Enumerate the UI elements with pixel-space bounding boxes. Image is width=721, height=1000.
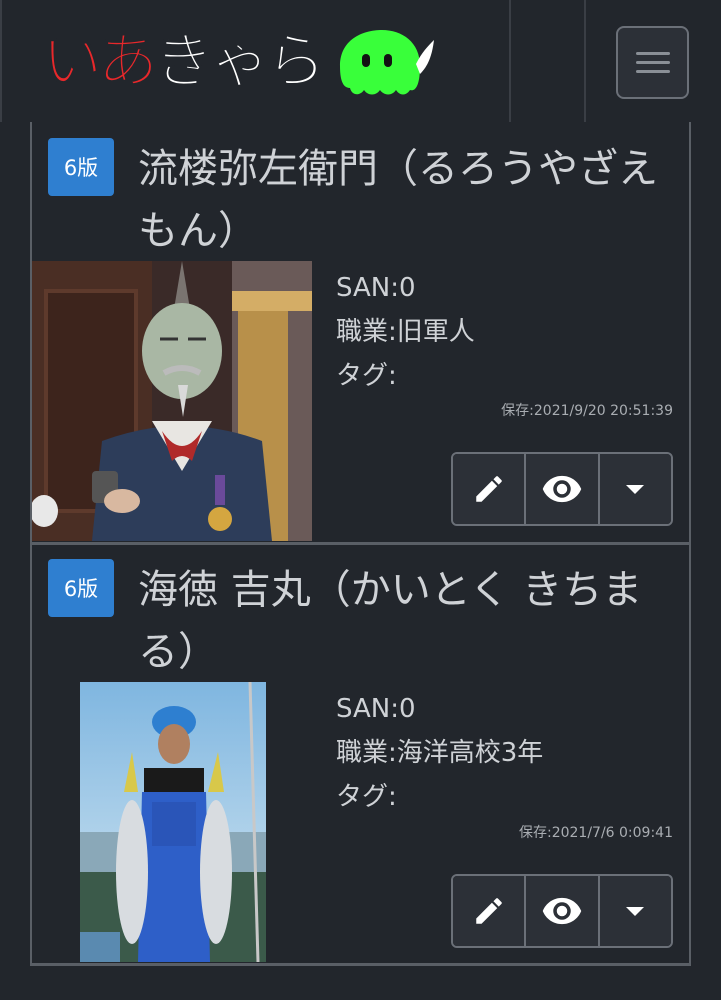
logo-wordmark: い あ き ゃ ら: [42, 27, 327, 97]
view-button[interactable]: [524, 454, 598, 524]
edit-button[interactable]: [453, 454, 525, 524]
eye-icon: [542, 475, 582, 503]
san-value: SAN:0: [336, 694, 416, 724]
edition-badge: 6版: [48, 559, 114, 617]
character-name[interactable]: 流楼弥左衛門（るろうやざえもん）: [138, 138, 678, 262]
tags-value: タグ:: [336, 782, 397, 812]
hamburger-icon: [635, 52, 670, 55]
caret-down-icon: [626, 485, 645, 494]
header-divider: [584, 0, 586, 122]
eye-icon: [542, 897, 582, 925]
character-portrait[interactable]: [80, 682, 266, 962]
card-actions: [451, 874, 673, 948]
saved-timestamp: 保存:2021/9/20 20:51:39: [501, 403, 673, 419]
card-actions: [451, 452, 673, 526]
app-header: い あ き ゃ ら: [0, 0, 721, 122]
header-divider: [509, 0, 511, 122]
logo-char: い: [42, 27, 103, 97]
pencil-icon: [475, 898, 502, 924]
occupation-value: 職業:旧軍人: [336, 317, 475, 347]
more-dropdown-button[interactable]: [597, 876, 671, 946]
saved-timestamp: 保存:2021/7/6 0:09:41: [518, 825, 673, 841]
character-name[interactable]: 海徳 吉丸（かいとく きちまる）: [138, 559, 678, 683]
caret-down-icon: [626, 907, 645, 916]
character-list: 6版 流楼弥左衛門（るろうやざえもん） SAN:0 職業:旧軍人 タグ: 保存:…: [30, 122, 691, 966]
view-button[interactable]: [524, 876, 598, 946]
edition-badge: 6版: [48, 138, 114, 196]
pencil-icon: [475, 476, 502, 502]
character-card: 6版 流楼弥左衛門（るろうやざえもん） SAN:0 職業:旧軍人 タグ: 保存:…: [32, 122, 689, 542]
character-card: 6版 海徳 吉丸（かいとく きちまる） SAN:0 職業:海洋高校3年 タグ: …: [32, 545, 689, 966]
ghost-mascot-icon: [340, 30, 434, 95]
logo-char: ゃ: [210, 27, 271, 97]
logo-char: あ: [98, 27, 159, 97]
san-value: SAN:0: [336, 273, 416, 303]
more-dropdown-button[interactable]: [597, 454, 671, 524]
occupation-value: 職業:海洋高校3年: [336, 738, 544, 768]
tags-value: タグ:: [336, 361, 397, 391]
logo-char: き: [154, 27, 215, 97]
logo-char: ら: [266, 27, 327, 97]
header-divider-left: [0, 0, 2, 122]
site-logo[interactable]: い あ き ゃ ら: [42, 26, 436, 98]
menu-toggle-button[interactable]: [616, 26, 689, 99]
edit-button[interactable]: [453, 876, 525, 946]
hamburger-icon-bar: [635, 70, 670, 73]
character-portrait[interactable]: [32, 261, 312, 541]
hamburger-icon-bar: [635, 61, 670, 64]
